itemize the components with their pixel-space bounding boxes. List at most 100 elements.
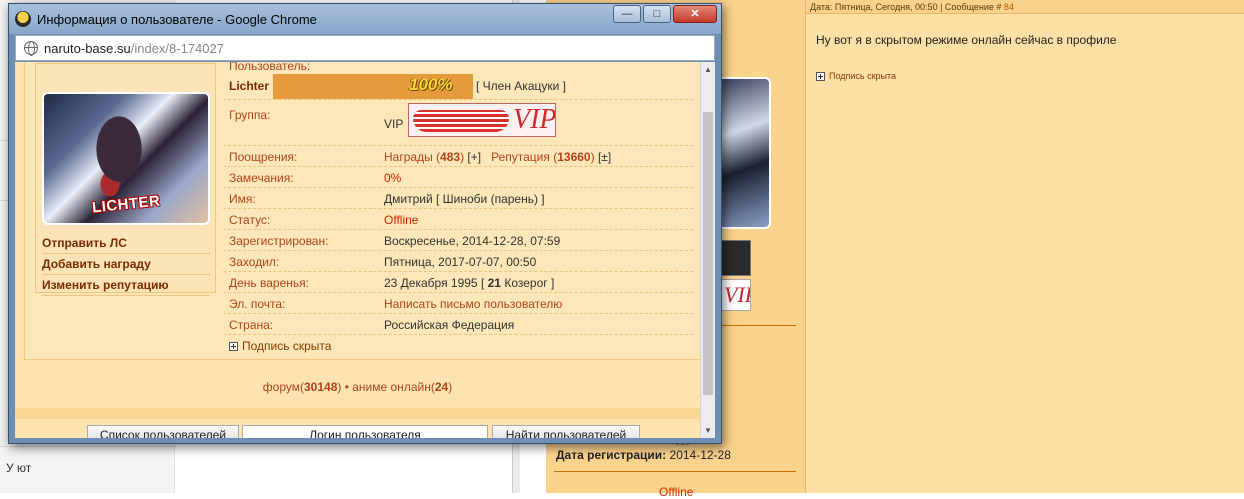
warnings-label: Замечания: [229,171,294,185]
maximize-button[interactable]: □ [643,5,671,23]
country-label: Страна: [229,318,274,332]
background-left-text[interactable]: У ют [6,461,31,475]
name-row: Имя: Дмитрий [ Шиноби (парень) ] [223,188,693,209]
reputation-link[interactable]: Репутация (13660) [491,150,594,164]
window-titlebar[interactable]: Информация о пользователе - Google Chrom… [9,4,721,34]
write-email-link[interactable]: Написать письмо пользователю [384,297,562,311]
send-pm-link[interactable]: Отправить ЛС [42,233,210,254]
signature-hidden-label[interactable]: Подпись скрыта [242,339,331,353]
forum-post-text: Ну вот я в скрытом режиме онлайн сейчас … [816,33,1117,47]
minimize-button[interactable]: — [613,5,641,23]
window-controls: — □ ✕ [613,5,717,23]
group-label: Группа: [229,108,271,122]
birthday-label: День варенья: [229,276,309,290]
close-button[interactable]: ✕ [673,5,717,23]
forum-registration-date: Дата регистрации: 2014-12-28 [556,448,731,462]
url-path: /index/8-174027 [130,41,224,56]
awards-count: 483 [440,150,461,164]
popup-content: LICHTER Отправить ЛС Добавить награду Из… [15,62,700,438]
registered-value: Воскресенье, 2014-12-28, 07:59 [384,234,561,248]
birthday-value: 23 Декабря 1995 [ 21 Козерог ] [384,276,554,290]
anime-stats-label: аниме онлайн [352,380,431,394]
name-value: Дмитрий [ Шиноби (парень) ] [384,192,545,206]
last-visit-value: Пятница, 2017-07-07, 00:50 [384,255,537,269]
forum-stats-link[interactable]: форум(30148) [263,380,342,394]
username-row: Lichter 100% [ Член Акацуки ] [223,74,693,100]
forum-signature-label[interactable]: Подпись скрыта [829,71,896,81]
globe-icon [24,41,38,56]
last-visit-row: Заходил: Пятница, 2017-07-07, 00:50 [223,251,693,272]
last-visit-label: Заходил: [229,255,280,269]
warnings-row: Замечания: 0% [223,167,693,188]
vip-badge-text: VIP [513,104,556,135]
birthday-sign: Козерог ] [504,276,555,290]
popup-scrollbar[interactable]: ▲ ▼ [700,62,715,438]
username: Lichter [229,79,270,93]
chrome-popup-window: Информация о пользователе - Google Chrom… [8,3,722,444]
users-list-button[interactable]: Список пользователей [87,425,239,438]
stats-separator: • [341,380,353,394]
scrollbar-thumb[interactable] [703,112,713,395]
change-reputation-pm[interactable]: [±] [598,150,611,164]
login-input[interactable]: Логин пользователя [242,425,488,438]
registered-row: Зарегистрирован: Воскресенье, 2014-12-28… [223,230,693,251]
forum-divider [554,471,796,472]
forum-reg-value: 2014-12-28 [669,448,731,462]
avatar-name-text: LICHTER [91,192,162,217]
expand-plus-icon[interactable] [816,71,825,81]
scroll-down-arrow-icon[interactable]: ▼ [701,423,715,438]
rank-title: [ Член Акацуки ] [476,79,566,93]
forum-author-status: Offline [659,485,694,499]
anime-stats-link[interactable]: аниме онлайн(24) [352,380,452,394]
group-row: Группа: VIP VIP [223,100,693,146]
url-text[interactable]: naruto-base.su/index/8-174027 [44,41,224,56]
birthday-age: 21 [487,276,501,290]
rewards-value: Награды (483) [+] Репутация (13660) [±] [384,150,611,164]
anime-stats-count: 24 [434,380,449,394]
group-value: VIP [384,117,404,131]
profile-left-column: LICHTER Отправить ЛС Добавить награду Из… [35,63,216,296]
change-reputation-link[interactable]: Изменить репутацию [42,275,210,296]
forum-reg-label: Дата регистрации: [556,448,667,462]
forum-stats-count: 30148 [304,380,338,394]
email-label: Эл. почта: [229,297,286,311]
vip-badge-image: VIP [408,103,556,137]
reputation-text: Репутация [491,150,550,164]
forum-author-avatar[interactable] [719,77,771,229]
status-row: Статус: Offline [223,209,693,230]
forum-signature-toggle[interactable]: Подпись скрыта [816,71,896,81]
add-award-plus[interactable]: [+] [467,150,481,164]
profile-info-table: Пользователь: Lichter 100% [ Член Акацук… [223,62,693,357]
address-bar[interactable]: naruto-base.su/index/8-174027 [15,35,715,61]
user-label: Пользователь: [229,62,311,73]
status-label: Статус: [229,213,271,227]
forum-stats-label: форум [262,380,300,394]
awards-link[interactable]: Награды (483) [384,150,464,164]
forum-post-date: Дата: Пятница, Сегодня, 00:50 | Сообщени… [810,2,1002,12]
site-favicon-icon [15,11,31,27]
forum-post-header: Дата: Пятница, Сегодня, 00:50 | Сообщени… [806,0,1244,14]
forum-post-number[interactable]: 84 [1004,2,1014,12]
birthday-date: 23 Декабря 1995 [ [384,276,485,290]
warnings-value[interactable]: 0% [384,171,401,185]
name-label: Имя: [229,192,256,206]
email-row: Эл. почта: Написать письмо пользователю [223,293,693,314]
expand-plus-icon[interactable] [229,341,238,351]
registered-label: Зарегистрирован: [229,234,329,248]
rewards-row: Поощрения: Награды (483) [+] Репутация (… [223,146,693,167]
rewards-label: Поощрения: [229,150,298,164]
signature-row: Подпись скрыта [223,335,693,357]
user-avatar: LICHTER [42,92,210,225]
content-divider-strip [15,408,700,419]
status-value: Offline [384,213,419,227]
reputation-count: 13660 [557,150,591,164]
add-award-link[interactable]: Добавить награду [42,254,210,275]
country-row: Страна: Российская Федерация [223,314,693,335]
profile-card: LICHTER Отправить ЛС Добавить награду Из… [24,62,700,360]
find-users-button[interactable]: Найти пользователей [492,425,640,438]
forum-author-vip-badge: VIP [721,279,751,311]
signature-toggle[interactable]: Подпись скрыта [229,339,331,353]
profile-actions: Отправить ЛС Добавить награду Изменить р… [42,233,210,296]
scroll-up-arrow-icon[interactable]: ▲ [701,62,715,77]
url-host: naruto-base.su [44,41,131,56]
